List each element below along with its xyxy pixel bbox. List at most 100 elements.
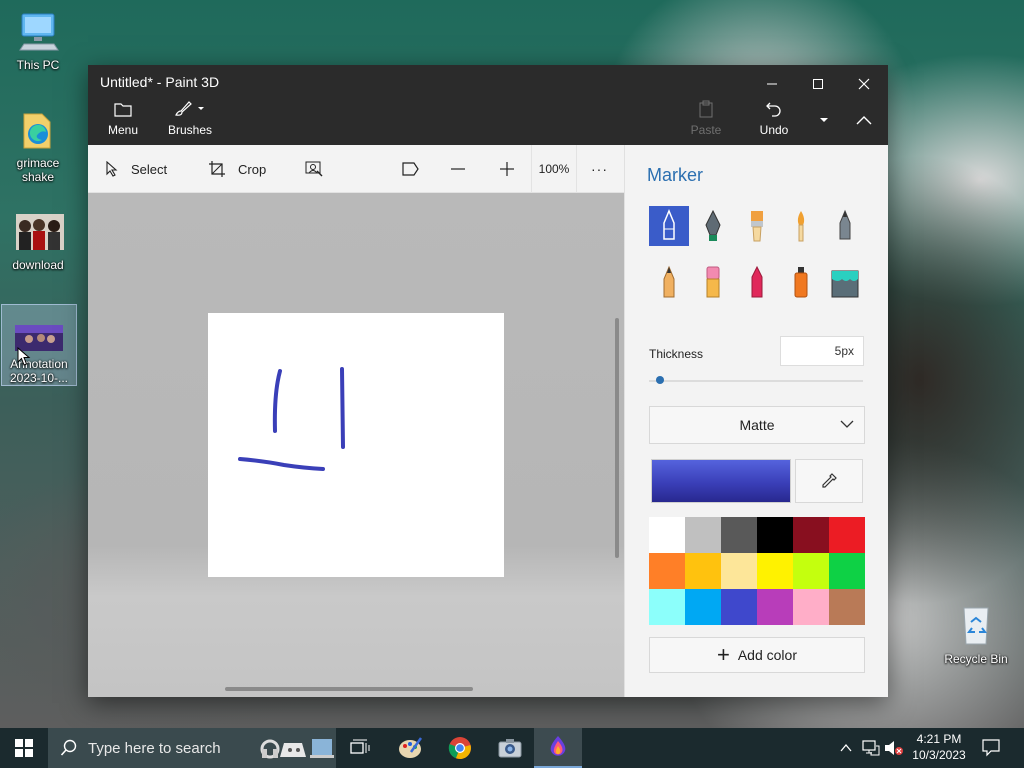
brush-side-panel: Marker Thickness 5px Matte + Add color	[624, 145, 888, 697]
marker-brush[interactable]	[649, 206, 689, 246]
color-swatch[interactable]	[721, 517, 757, 553]
undo-icon	[765, 99, 783, 119]
color-swatch[interactable]	[829, 553, 865, 589]
add-color-button[interactable]: + Add color	[649, 637, 865, 673]
magic-select-tool[interactable]	[305, 145, 335, 193]
more-options-button[interactable]: ···	[591, 145, 608, 193]
crayon-brush[interactable]	[737, 262, 777, 302]
taskbar-search-box[interactable]: Type here to search	[48, 728, 336, 768]
thickness-slider-track[interactable]	[649, 380, 863, 382]
color-swatch[interactable]	[721, 553, 757, 589]
taskbar-app-paint[interactable]	[386, 728, 434, 768]
title-bar[interactable]: Untitled* - Paint 3D Menu Brushes Paste …	[88, 65, 888, 145]
color-swatch[interactable]	[757, 517, 793, 553]
color-swatch[interactable]	[649, 517, 685, 553]
oil-brush-icon	[751, 211, 763, 242]
drawing-canvas[interactable]	[208, 313, 504, 577]
thickness-input[interactable]: 5px	[780, 336, 864, 366]
plus-icon	[500, 162, 514, 176]
edge-file-icon	[16, 108, 60, 152]
color-swatch[interactable]	[793, 517, 829, 553]
fill-bucket-brush[interactable]	[825, 262, 865, 302]
history-dropdown-button[interactable]	[802, 105, 846, 135]
computer-icon	[16, 10, 60, 54]
spray-can-brush[interactable]	[781, 262, 821, 302]
paint3d-icon	[550, 736, 566, 756]
chevron-down-icon	[820, 118, 828, 122]
folder-icon	[114, 99, 132, 119]
spray-can-icon	[794, 267, 808, 298]
plus-icon: +	[716, 642, 730, 667]
color-swatch[interactable]	[685, 553, 721, 589]
undo-button[interactable]: Undo	[752, 99, 796, 143]
view-3d-tool[interactable]	[402, 145, 432, 193]
zoom-in-button[interactable]	[499, 145, 527, 193]
notifications-icon[interactable]	[982, 739, 1000, 757]
desktop-icon-grimace-shake[interactable]: grimace shake	[0, 108, 76, 184]
color-swatch[interactable]	[829, 517, 865, 553]
menu-button[interactable]: Menu	[102, 99, 144, 143]
mouse-cursor-icon	[17, 347, 31, 366]
calligraphy-pen-brush[interactable]	[693, 206, 733, 246]
taskbar-app-paint3d[interactable]	[534, 728, 582, 768]
collapse-ribbon-button[interactable]	[842, 105, 886, 135]
desktop-icon-this-pc[interactable]: This PC	[0, 10, 76, 72]
calligraphy-pen-icon	[705, 209, 721, 241]
network-icon[interactable]	[862, 740, 880, 756]
horizontal-scrollbar[interactable]	[225, 687, 473, 691]
current-color-swatch[interactable]	[651, 459, 791, 503]
volume-muted-icon[interactable]	[884, 740, 904, 756]
color-swatch[interactable]	[757, 589, 793, 625]
select-tool[interactable]: Select	[105, 145, 167, 193]
add-color-label: Add color	[737, 647, 797, 663]
crop-label: Crop	[238, 161, 267, 177]
color-swatch[interactable]	[829, 589, 865, 625]
paste-button[interactable]: Paste	[684, 99, 728, 143]
color-swatch[interactable]	[793, 589, 829, 625]
minimize-button[interactable]	[750, 69, 794, 99]
desktop-icon-download[interactable]: download	[0, 214, 76, 272]
start-button[interactable]	[0, 728, 48, 768]
canvas-area[interactable]	[88, 193, 624, 697]
color-swatch[interactable]	[649, 589, 685, 625]
brushes-button[interactable]: Brushes	[166, 99, 214, 143]
close-button[interactable]	[842, 69, 886, 99]
taskbar-app-chrome[interactable]	[436, 728, 484, 768]
pencil-icon	[663, 265, 675, 298]
crop-tool[interactable]: Crop	[208, 145, 266, 193]
chevron-up-icon[interactable]	[840, 743, 852, 753]
panel-title: Marker	[647, 165, 704, 185]
system-clock[interactable]: 4:21 PM 10/3/2023	[906, 731, 972, 763]
color-swatch[interactable]	[685, 517, 721, 553]
vertical-scrollbar[interactable]	[615, 318, 619, 558]
zoom-out-button[interactable]	[450, 145, 478, 193]
zoom-level[interactable]: 100%	[531, 145, 577, 193]
color-swatch[interactable]	[793, 553, 829, 589]
chevron-down-icon	[840, 420, 854, 428]
eyedropper-button[interactable]	[795, 459, 863, 503]
eraser-brush[interactable]	[693, 262, 733, 302]
paint3d-window: Untitled* - Paint 3D Menu Brushes Paste …	[88, 65, 888, 697]
task-view-button[interactable]	[336, 728, 384, 768]
taskbar-app-camera[interactable]	[486, 728, 534, 768]
thickness-slider-handle[interactable]	[655, 376, 664, 384]
pixel-pen-brush[interactable]	[825, 206, 865, 246]
desktop-icon-label: Annotation 2023-10-...	[9, 357, 69, 385]
search-highlight-icon	[260, 739, 334, 759]
select-label: Select	[131, 161, 168, 177]
watercolor-brush[interactable]	[781, 206, 821, 246]
desktop-icon-annotation[interactable]: Annotation 2023-10-...	[1, 304, 77, 386]
image-thumbnail-icon	[16, 214, 64, 254]
color-swatch[interactable]	[721, 589, 757, 625]
maximize-button[interactable]	[796, 69, 840, 99]
pencil-brush[interactable]	[649, 262, 689, 302]
desktop-icon-label: download	[12, 258, 64, 272]
color-swatch[interactable]	[757, 553, 793, 589]
undo-label: Undo	[759, 123, 789, 137]
color-swatch[interactable]	[685, 589, 721, 625]
color-swatch[interactable]	[649, 553, 685, 589]
oil-brush[interactable]	[737, 206, 777, 246]
finish-dropdown[interactable]: Matte	[649, 406, 865, 444]
canvas-toolbar: Select Crop 100% ···	[88, 145, 624, 193]
desktop-icon-recycle-bin[interactable]: Recycle Bin	[938, 604, 1014, 666]
